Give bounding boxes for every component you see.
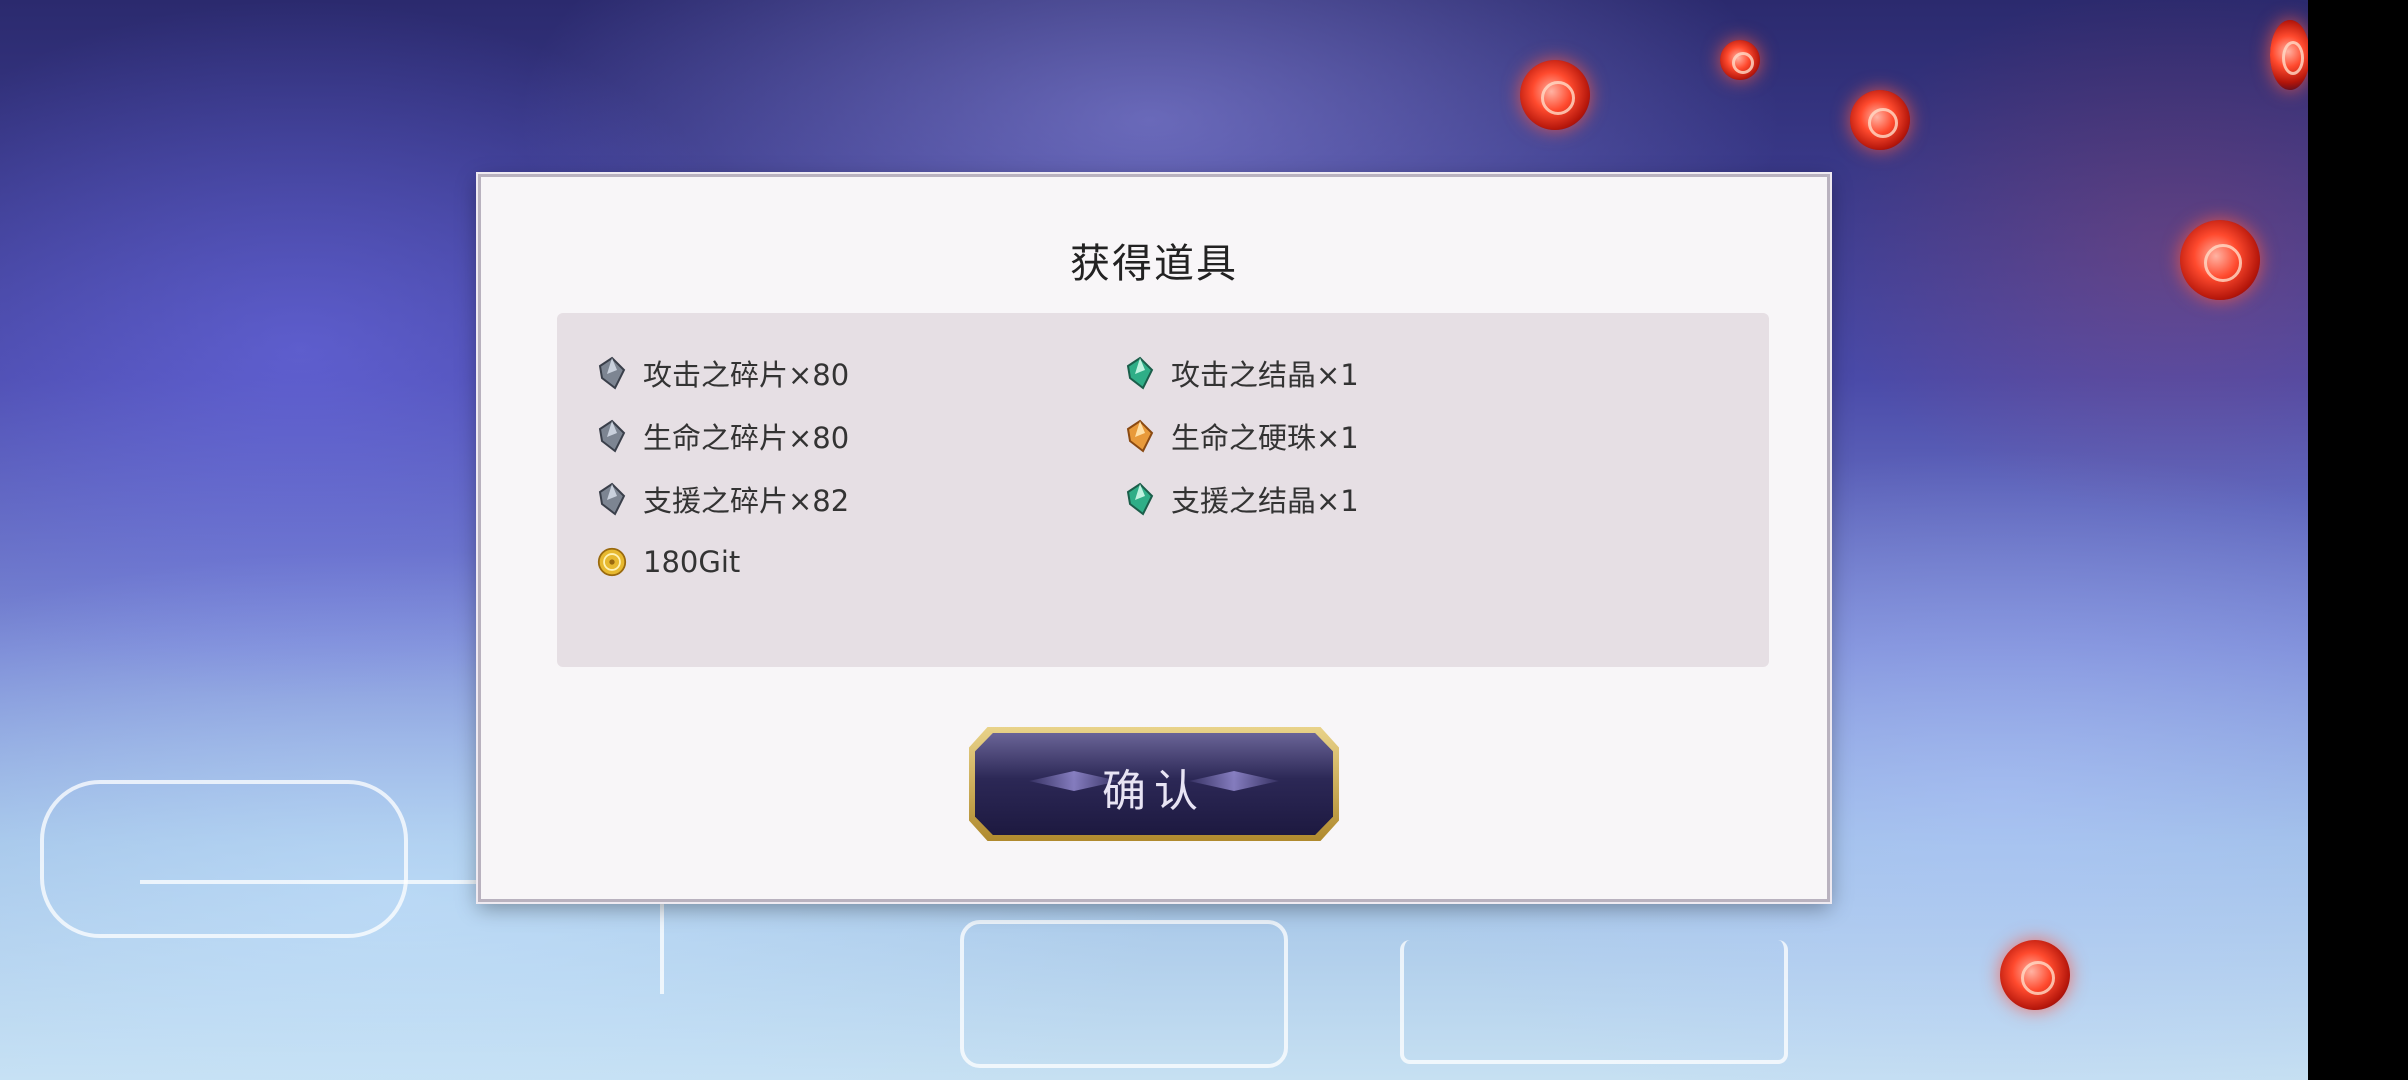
shard-gray-icon [597,356,627,390]
reward-item-label: 攻击之碎片×80 [643,358,850,392]
floor-glyph [960,920,1288,1068]
confirm-button-label: 确认 [1102,766,1206,817]
dialog-title: 获得道具 [1070,241,1238,287]
reward-item-label: 支援之结晶×1 [1171,484,1359,518]
gem-orange-icon [1125,419,1155,453]
reward-item: 攻击之结晶×1 [1125,347,1359,399]
reward-item: 生命之硬珠×1 [1125,410,1359,462]
crystal-green-icon [1125,482,1155,516]
floor-glyph [1400,940,1788,1064]
shard-gray-icon [597,419,627,453]
red-eye-orb [2270,20,2308,90]
reward-item-label: 支援之碎片×82 [643,484,850,518]
screen-edge-bar [2308,0,2408,1080]
reward-item-label: 生命之碎片×80 [643,421,850,455]
reward-item: 支援之结晶×1 [1125,473,1359,525]
red-eye-orb [1520,60,1590,130]
confirm-button[interactable]: 确认 [969,727,1339,841]
crystal-green-icon [1125,356,1155,390]
reward-item: 支援之碎片×82 [597,473,849,525]
reward-item-label: 攻击之结晶×1 [1171,358,1359,392]
item-reward-dialog: 获得道具 攻击之碎片×80 攻击之结晶×1 生命之碎片×80 生命之硬珠×1 支… [478,174,1830,902]
gold-coin-icon [597,545,627,579]
red-eye-orb [2180,220,2260,300]
reward-item-panel: 攻击之碎片×80 攻击之结晶×1 生命之碎片×80 生命之硬珠×1 支援之碎片×… [557,313,1769,667]
red-eye-orb [2000,940,2070,1010]
reward-item: 攻击之碎片×80 [597,347,849,399]
red-eye-orb [1720,40,1760,80]
shard-gray-icon [597,482,627,516]
reward-item-label: 生命之硬珠×1 [1171,421,1359,455]
reward-item-label: 180Git [643,545,741,579]
reward-item: 180Git [597,536,740,588]
red-eye-orb [1850,90,1910,150]
reward-item: 生命之碎片×80 [597,410,849,462]
